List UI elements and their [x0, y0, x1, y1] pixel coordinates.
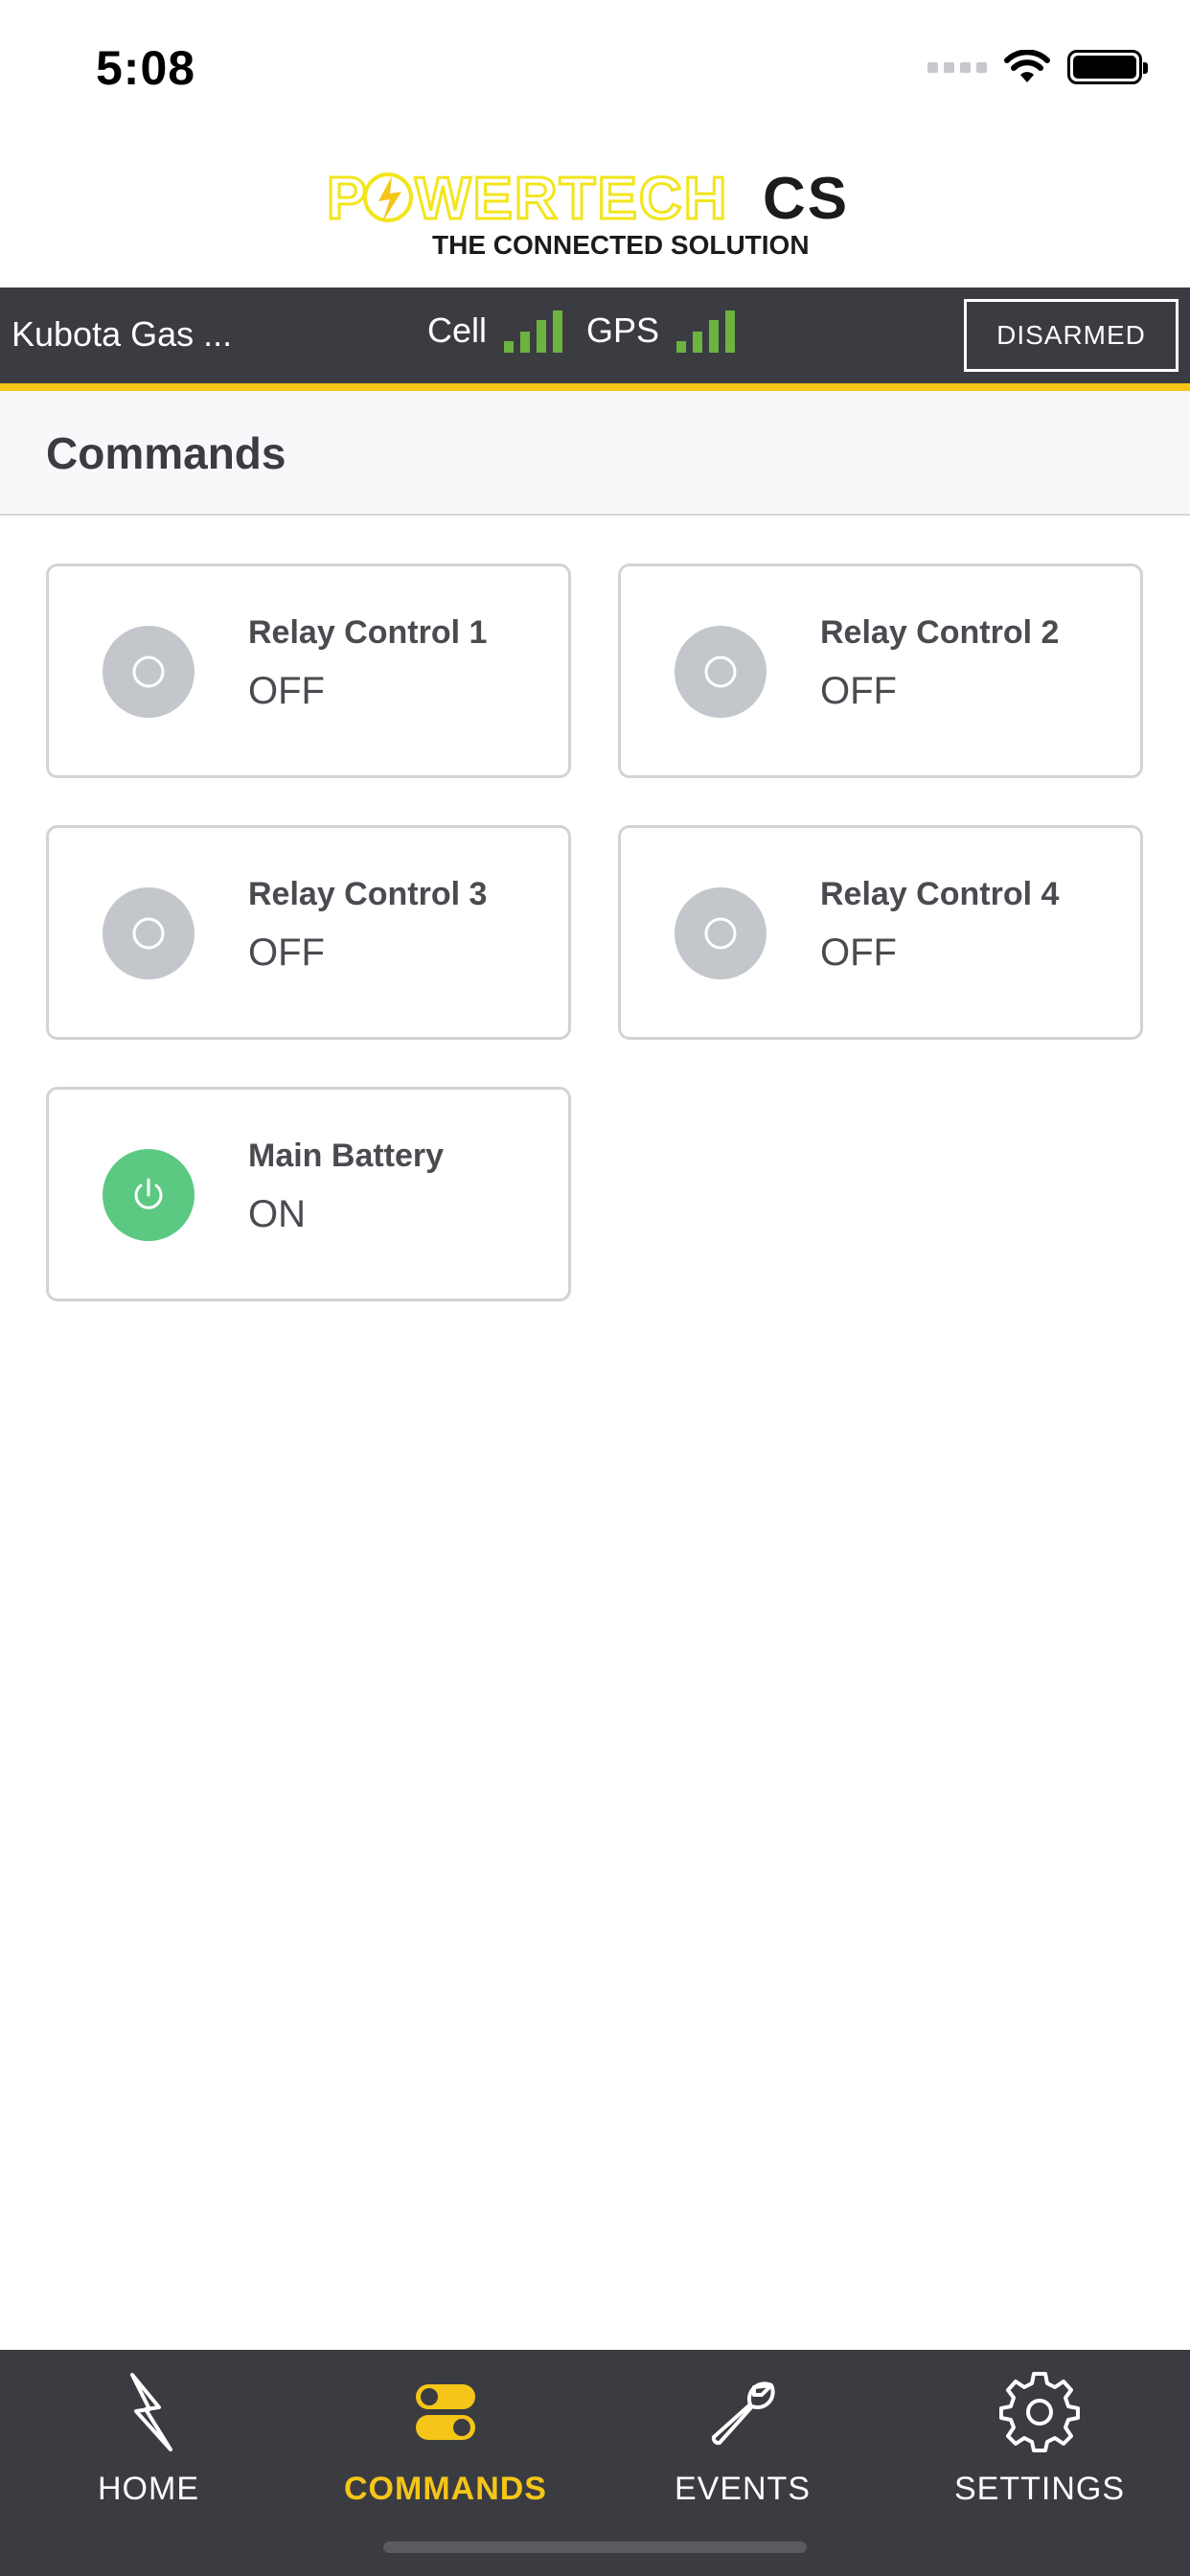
- svg-text:P: P: [327, 166, 368, 232]
- status-bar: 5:08: [0, 0, 1190, 144]
- circle-icon: [704, 917, 737, 950]
- command-state: OFF: [820, 670, 897, 712]
- lightning-icon: [115, 2369, 182, 2455]
- brand-logo: P WERTECH CS THE CONNECTED SOLUTION: [0, 144, 1190, 288]
- tab-commands[interactable]: COMMANDS: [297, 2350, 594, 2542]
- tab-label: COMMANDS: [344, 2471, 547, 2507]
- relay-toggle-button[interactable]: [675, 626, 767, 718]
- device-status-bar: Kubota Gas ... Cell GPS DISARMED: [0, 288, 1190, 383]
- tab-label: SETTINGS: [953, 2471, 1126, 2507]
- relay-toggle-button[interactable]: [103, 626, 195, 718]
- wrench-icon: [702, 2369, 783, 2455]
- command-label: Relay Control 2: [820, 614, 1060, 651]
- circle-icon: [132, 656, 165, 688]
- command-state: OFF: [248, 670, 325, 712]
- cellular-signal-icon: [927, 61, 987, 73]
- power-icon: [134, 1178, 163, 1209]
- command-label: Relay Control 1: [248, 614, 488, 651]
- tab-settings[interactable]: SETTINGS: [891, 2350, 1188, 2542]
- cell-signal: Cell: [427, 309, 563, 353]
- svg-text:CS: CS: [763, 166, 849, 232]
- accent-stripe: [0, 383, 1190, 391]
- status-icons: [927, 50, 1148, 84]
- command-card-main-battery[interactable]: Main Battery ON: [46, 1087, 571, 1301]
- circle-icon: [704, 656, 737, 688]
- tab-label: HOME: [98, 2471, 199, 2507]
- gear-icon: [999, 2369, 1080, 2455]
- command-state: OFF: [820, 932, 897, 974]
- command-state: ON: [248, 1193, 306, 1235]
- wifi-icon: [1004, 50, 1050, 82]
- arm-status-button[interactable]: DISARMED: [964, 299, 1179, 372]
- status-time: 5:08: [96, 41, 196, 95]
- device-name[interactable]: Kubota Gas ...: [11, 314, 232, 355]
- command-label: Relay Control 4: [820, 876, 1060, 912]
- tab-events[interactable]: EVENTS: [594, 2350, 891, 2542]
- command-card-relay-1[interactable]: Relay Control 1 OFF: [46, 564, 571, 778]
- command-card-relay-3[interactable]: Relay Control 3 OFF: [46, 825, 571, 1040]
- svg-text:WERTECH: WERTECH: [415, 166, 728, 232]
- cell-label: Cell: [427, 310, 488, 350]
- tab-home[interactable]: HOME: [0, 2350, 297, 2542]
- command-state: OFF: [248, 932, 325, 974]
- cell-signal-bars-icon: [504, 309, 563, 353]
- battery-icon: [1067, 50, 1148, 84]
- gps-label: GPS: [586, 310, 660, 350]
- command-label: Relay Control 3: [248, 876, 488, 912]
- battery-toggle-button[interactable]: [103, 1149, 195, 1241]
- page-header: Commands: [0, 391, 1190, 516]
- page-title: Commands: [46, 428, 286, 478]
- gps-signal: GPS: [586, 309, 736, 353]
- gps-signal-bars-icon: [676, 309, 736, 353]
- command-card-relay-2[interactable]: Relay Control 2 OFF: [618, 564, 1143, 778]
- svg-text:THE CONNECTED SOLUTION: THE CONNECTED SOLUTION: [432, 230, 810, 260]
- home-indicator[interactable]: [383, 2542, 807, 2553]
- tab-label: EVENTS: [674, 2471, 812, 2507]
- relay-toggle-button[interactable]: [675, 887, 767, 979]
- powertech-logo: P WERTECH CS THE CONNECTED SOLUTION: [326, 165, 849, 261]
- circle-icon: [132, 917, 165, 950]
- command-label: Main Battery: [248, 1138, 445, 1174]
- toggles-icon: [412, 2369, 479, 2455]
- relay-toggle-button[interactable]: [103, 887, 195, 979]
- command-card-relay-4[interactable]: Relay Control 4 OFF: [618, 825, 1143, 1040]
